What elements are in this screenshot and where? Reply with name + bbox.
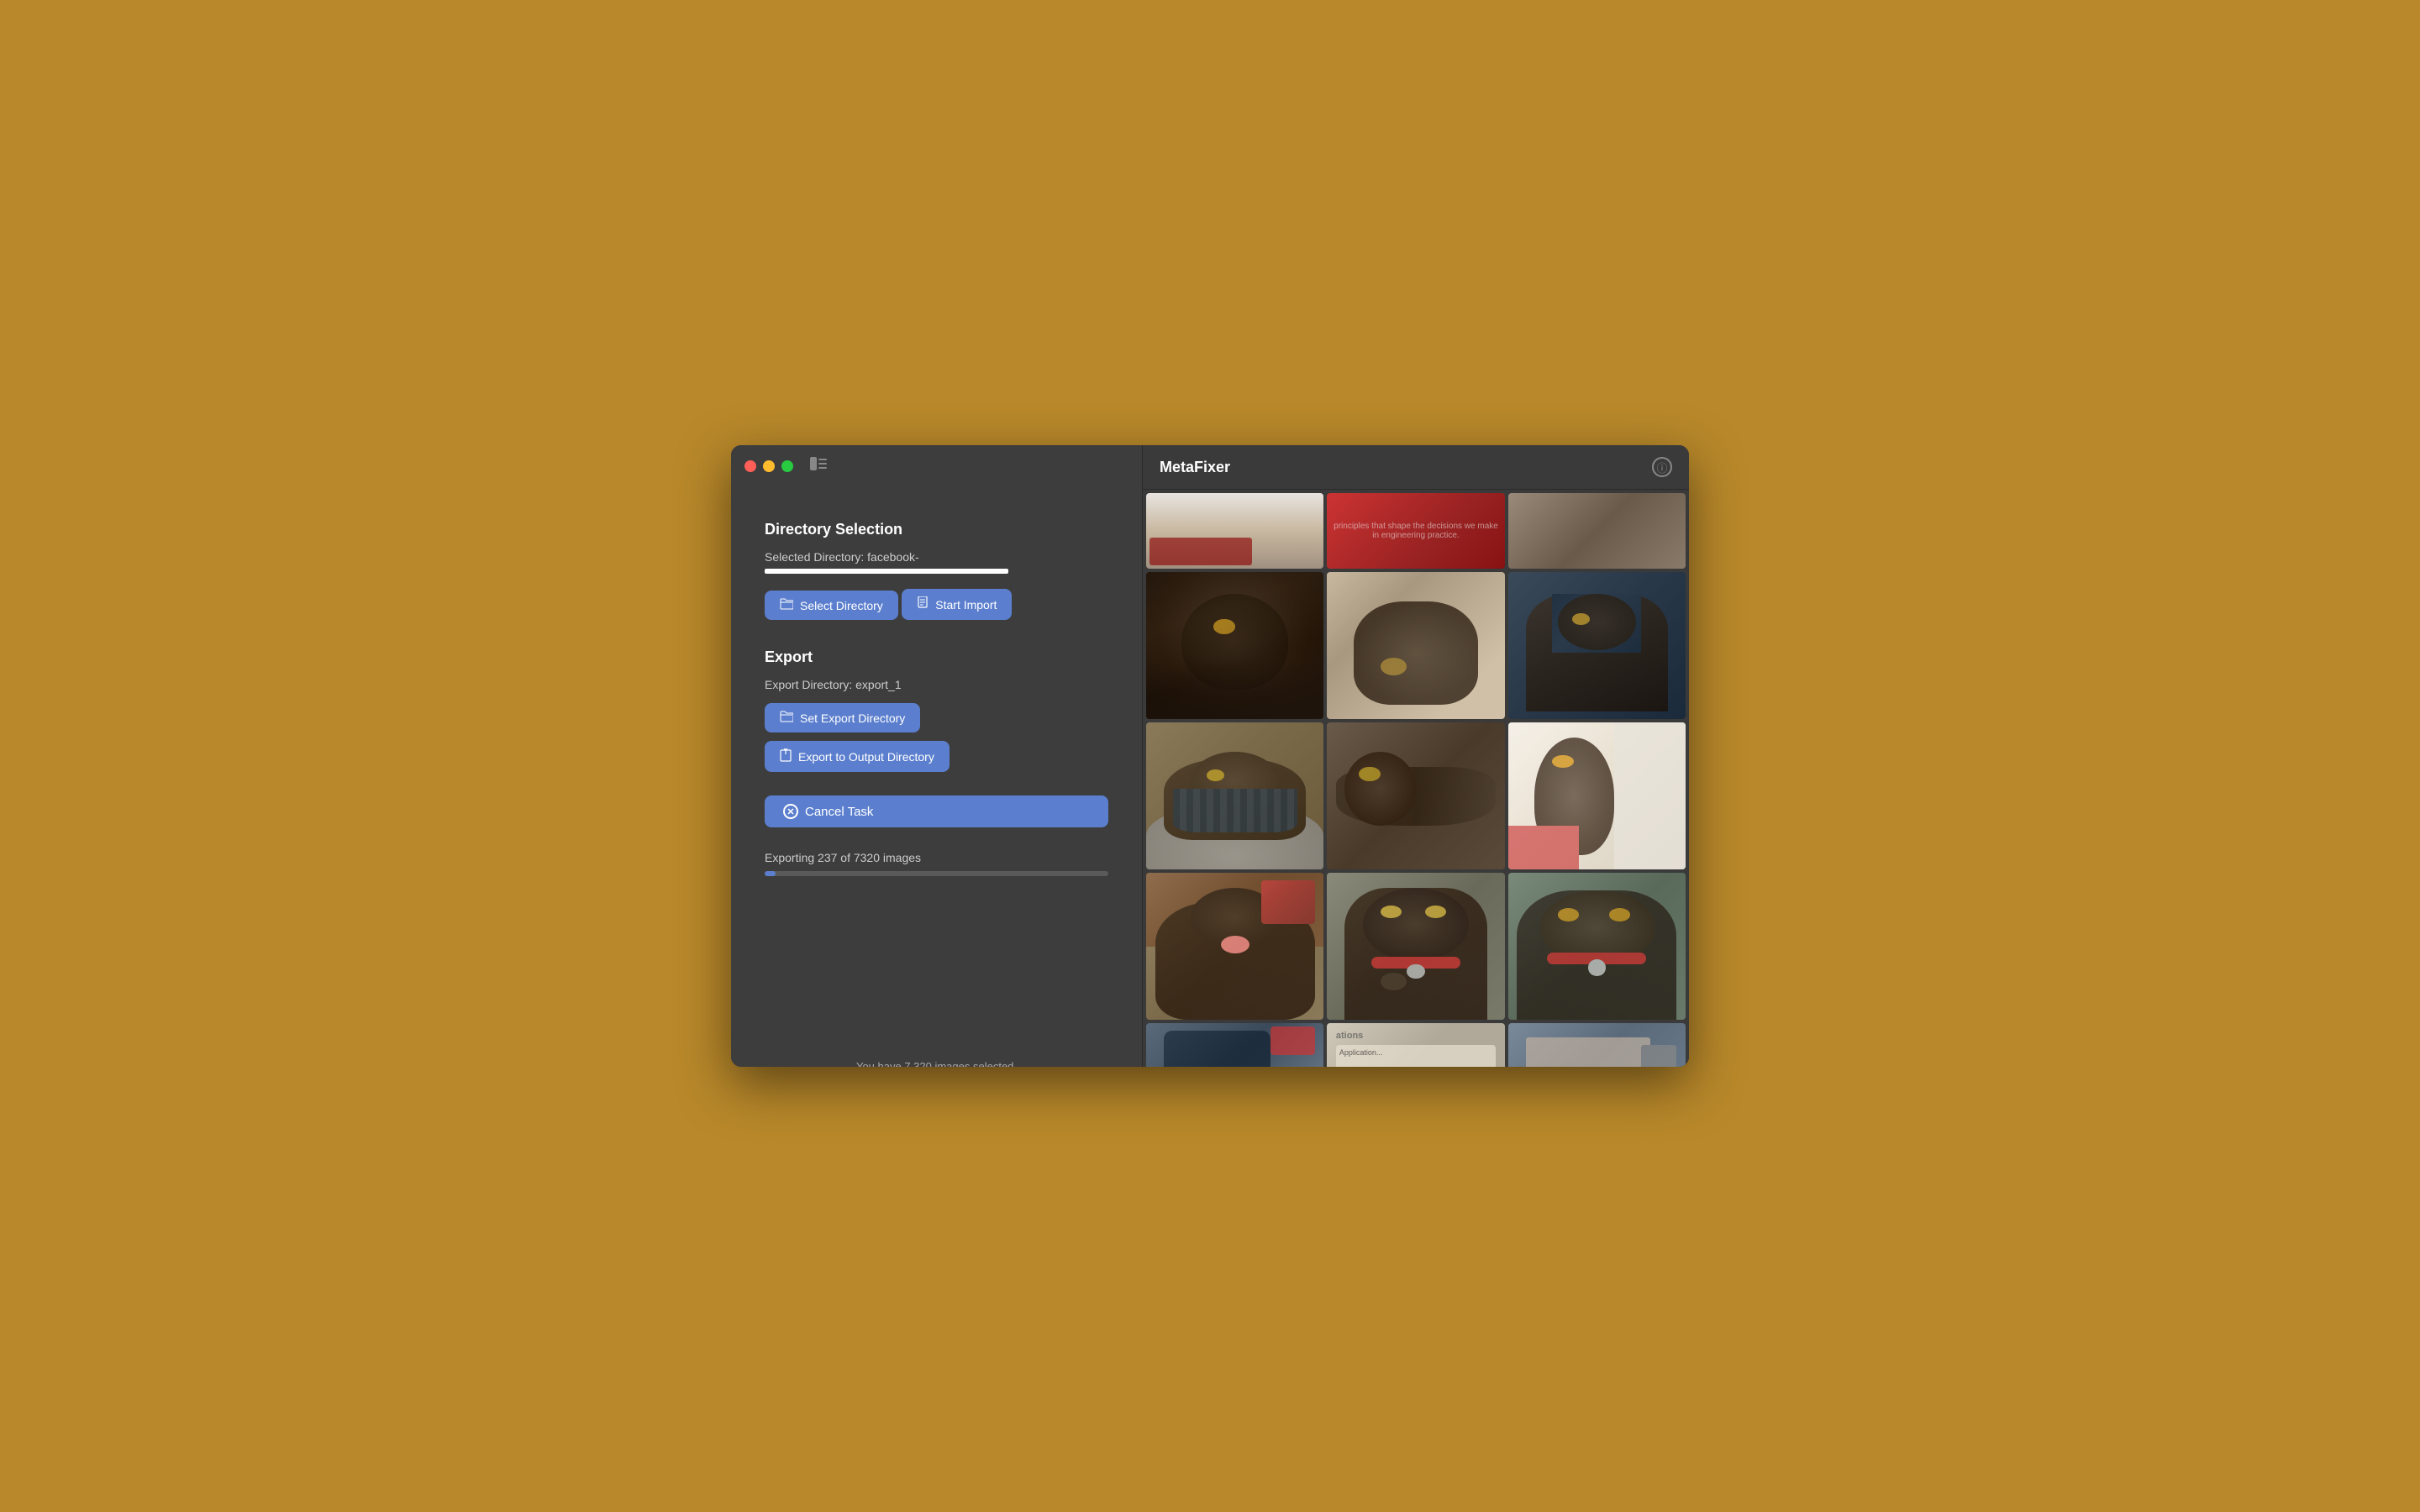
import-icon <box>917 596 929 612</box>
right-header: MetaFixer ⓘ <box>1143 445 1689 490</box>
image-cell[interactable] <box>1146 493 1323 569</box>
image-cell[interactable] <box>1508 572 1686 719</box>
sidebar-toggle-icon[interactable] <box>810 457 827 475</box>
selected-dir-label: Selected Directory: facebook- <box>765 550 1108 564</box>
image-cell[interactable] <box>1508 493 1686 569</box>
cancel-task-button[interactable]: ✕ Cancel Task <box>765 795 1108 827</box>
app-title: MetaFixer <box>1160 459 1230 476</box>
select-directory-label: Select Directory <box>800 599 883 612</box>
export-folder-icon <box>780 711 793 725</box>
cancel-task-label: Cancel Task <box>805 805 873 819</box>
image-cell[interactable]: ations Application... <box>1327 1023 1504 1067</box>
image-cell[interactable] <box>1146 572 1323 719</box>
image-grid: principles that shape the decisions we m… <box>1143 490 1689 1067</box>
selected-dir-bar <box>765 569 1008 574</box>
progress-bar-fill <box>765 871 776 876</box>
set-export-dir-label: Set Export Directory <box>800 711 905 725</box>
app-window: Directory Selection Selected Directory: … <box>731 445 1689 1067</box>
traffic-lights <box>744 460 793 472</box>
image-cell[interactable] <box>1327 873 1504 1020</box>
image-cell[interactable] <box>1327 722 1504 869</box>
maximize-button[interactable] <box>781 460 793 472</box>
progress-section: Exporting 237 of 7320 images <box>765 851 1108 876</box>
image-cell[interactable] <box>1146 722 1323 869</box>
folder-icon <box>780 598 793 612</box>
export-icon <box>780 748 792 764</box>
directory-section-title: Directory Selection <box>765 521 1108 538</box>
images-selected-label: You have 7,320 images selected. <box>765 1043 1108 1067</box>
image-cell[interactable] <box>1146 873 1323 1020</box>
start-import-button[interactable]: Start Import <box>902 589 1012 620</box>
image-cell[interactable] <box>1327 572 1504 719</box>
sidebar: Directory Selection Selected Directory: … <box>731 445 1143 1067</box>
start-import-label: Start Import <box>935 598 997 612</box>
progress-label: Exporting 237 of 7320 images <box>765 851 1108 864</box>
image-cell[interactable] <box>1146 1023 1323 1067</box>
close-button[interactable] <box>744 460 756 472</box>
image-cell[interactable] <box>1508 1023 1686 1067</box>
minimize-button[interactable] <box>763 460 775 472</box>
export-section-title: Export <box>765 648 1108 666</box>
set-export-dir-button[interactable]: Set Export Directory <box>765 703 920 732</box>
right-panel: MetaFixer ⓘ principles that shape the de… <box>1143 445 1689 1067</box>
image-cell[interactable] <box>1508 722 1686 869</box>
info-icon[interactable]: ⓘ <box>1652 457 1672 477</box>
select-directory-button[interactable]: Select Directory <box>765 591 898 620</box>
export-dir-label: Export Directory: export_1 <box>765 678 1108 691</box>
export-section: Export Export Directory: export_1 Set Ex… <box>765 648 1108 780</box>
export-output-label: Export to Output Directory <box>798 750 934 764</box>
image-cell[interactable] <box>1508 873 1686 1020</box>
progress-bar-background <box>765 871 1108 876</box>
image-cell[interactable]: principles that shape the decisions we m… <box>1327 493 1504 569</box>
directory-section: Directory Selection Selected Directory: … <box>765 521 1108 628</box>
export-output-button[interactable]: Export to Output Directory <box>765 741 950 772</box>
cancel-icon: ✕ <box>783 804 798 819</box>
main-content: Directory Selection Selected Directory: … <box>731 445 1689 1067</box>
